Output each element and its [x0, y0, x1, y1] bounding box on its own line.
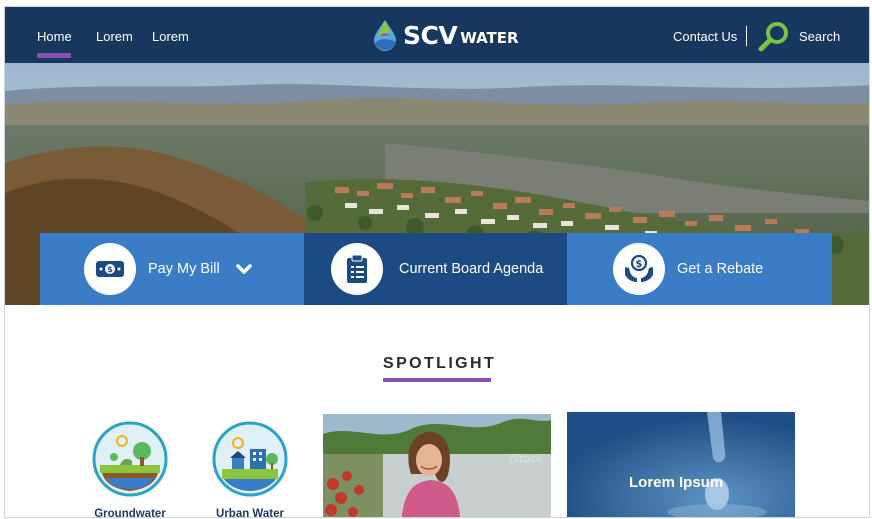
get-a-rebate-button[interactable]: $ Get a Rebate: [567, 233, 832, 305]
get-a-rebate-label: Get a Rebate: [677, 261, 764, 277]
pay-my-bill-label: Pay My Bill: [148, 261, 220, 277]
pay-my-bill-button[interactable]: $ Pay My Bill: [40, 233, 304, 305]
svg-text:$: $: [107, 265, 113, 274]
contact-us-link[interactable]: Contact Us: [673, 29, 737, 44]
urban-water-category[interactable]: Urban Water: [205, 421, 295, 518]
nav-item-lorem-1[interactable]: Lorem: [96, 29, 133, 44]
quick-actions-bar: $ Pay My Bill Current Board Agenda $ Get…: [40, 233, 832, 305]
page-frame: Home Lorem Lorem SCV WATER Contact Us Se…: [4, 6, 870, 518]
hands-dollar-icon: $: [613, 243, 665, 295]
lorem-ipsum-card-title: Lorem Ipsum: [629, 474, 724, 491]
search-link[interactable]: Search: [799, 29, 840, 44]
groundwater-label: Groundwater: [94, 508, 166, 518]
water-drop-logo-icon: [374, 20, 396, 51]
urban-water-icon: [212, 421, 288, 497]
groundwater-icon: [92, 421, 168, 497]
water-drop-background: [567, 412, 795, 517]
logo-text-water: WATER: [460, 29, 519, 47]
top-navigation: Home Lorem Lorem SCV WATER Contact Us Se…: [5, 7, 869, 63]
groundwater-category[interactable]: Groundwater: [85, 421, 175, 518]
spotlight-heading: SPOTLIGHT: [383, 355, 497, 372]
spotlight-underline: [383, 378, 491, 382]
current-board-agenda-button[interactable]: Current Board Agenda: [304, 233, 567, 305]
money-bill-icon: $: [84, 243, 136, 295]
clipboard-icon: [331, 243, 383, 295]
nav-item-lorem-2[interactable]: Lorem: [152, 29, 189, 44]
chevron-down-icon[interactable]: [236, 263, 252, 275]
spotlight-photo-woman[interactable]: iStock: [323, 414, 551, 517]
nav-item-home[interactable]: Home: [37, 29, 72, 44]
svg-text:$: $: [636, 259, 643, 270]
urban-water-label: Urban Water: [216, 508, 284, 518]
logo-text-scv: SCV: [403, 20, 458, 50]
active-nav-indicator: [37, 53, 71, 58]
lorem-ipsum-card[interactable]: Lorem Ipsum: [567, 412, 795, 517]
search-icon[interactable]: [757, 20, 791, 54]
nav-divider: [746, 26, 747, 46]
svg-text:iStock: iStock: [509, 452, 543, 465]
current-board-agenda-label: Current Board Agenda: [399, 261, 544, 277]
scv-water-logo[interactable]: SCV WATER: [371, 18, 519, 52]
